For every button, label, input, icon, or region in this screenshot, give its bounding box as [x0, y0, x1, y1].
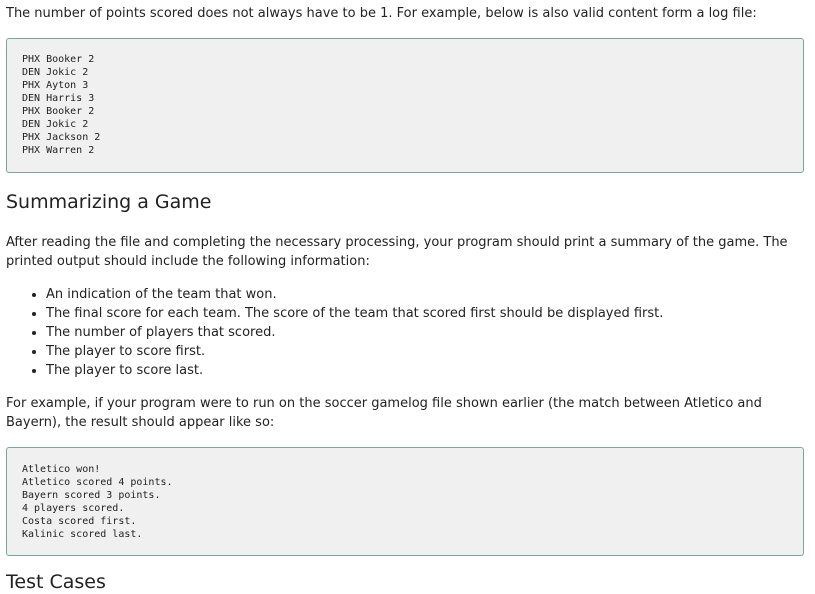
summarizing-heading: Summarizing a Game: [6, 191, 212, 213]
output-code-block: Atletico won! Atletico scored 4 points. …: [6, 447, 804, 556]
list-item: The number of players that scored.: [46, 323, 663, 342]
list-item: An indication of the team that won.: [46, 285, 663, 304]
summary-intro-paragraph: After reading the file and completing th…: [6, 235, 788, 269]
example-paragraph: For example, if your program were to run…: [6, 396, 762, 430]
summary-requirements-list: An indication of the team that won. The …: [6, 285, 663, 380]
log-file-code-block: PHX Booker 2 DEN Jokic 2 PHX Ayton 3 DEN…: [6, 38, 804, 173]
log-file-code-text: PHX Booker 2 DEN Jokic 2 PHX Ayton 3 DEN…: [22, 54, 101, 156]
intro-paragraph: The number of points scored does not alw…: [6, 6, 757, 21]
list-item: The player to score last.: [46, 361, 663, 380]
output-code-text: Atletico won! Atletico scored 4 points. …: [22, 464, 173, 540]
test-cases-heading: Test Cases: [6, 571, 106, 593]
list-item: The player to score first.: [46, 342, 663, 361]
list-item: The final score for each team. The score…: [46, 304, 663, 323]
